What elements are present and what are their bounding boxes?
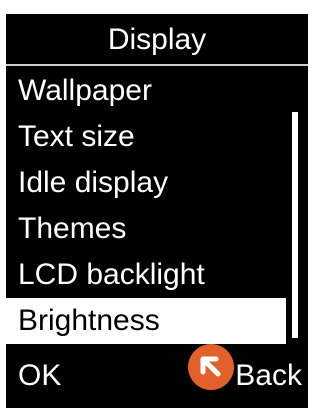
- menu-item-wallpaper[interactable]: Wallpaper: [6, 68, 286, 114]
- menu-item-idle-display[interactable]: Idle display: [6, 160, 286, 206]
- menu-item-lcd-backlight[interactable]: LCD backlight: [6, 252, 286, 298]
- back-softkey[interactable]: Back: [235, 352, 302, 400]
- arrow-up-left-icon: [200, 356, 221, 377]
- menu-item-brightness[interactable]: Brightness: [6, 298, 286, 344]
- scrollbar-thumb[interactable]: [292, 112, 298, 338]
- title-divider: [6, 64, 308, 66]
- device-frame: Display Wallpaper Text size Idle display…: [0, 0, 316, 412]
- cursor-badge: [188, 344, 234, 390]
- scrollbar[interactable]: [292, 112, 298, 338]
- menu-item-themes[interactable]: Themes: [6, 206, 286, 252]
- softkey-bar: OK Back: [6, 352, 308, 400]
- phone-screen: Display Wallpaper Text size Idle display…: [6, 14, 308, 408]
- display-menu: Wallpaper Text size Idle display Themes …: [6, 68, 286, 344]
- ok-softkey[interactable]: OK: [18, 352, 61, 400]
- screen-title: Display: [107, 23, 207, 56]
- menu-item-text-size[interactable]: Text size: [6, 114, 286, 160]
